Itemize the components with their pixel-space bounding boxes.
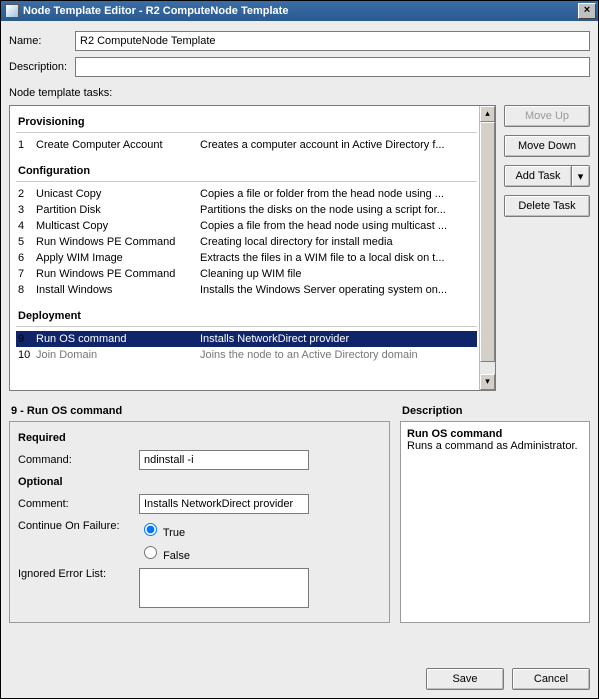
titlebar: Node Template Editor - R2 ComputeNode Te… [1,1,598,21]
task-name: Run Windows PE Command [36,268,196,280]
task-number: 8 [18,284,32,296]
command-label: Command: [18,454,133,466]
task-desc: Extracts the files in a WIM file to a lo… [200,252,475,264]
task-number: 6 [18,252,32,264]
task-name: Create Computer Account [36,139,196,151]
description-label: Description: [9,61,69,73]
optional-heading: Optional [18,476,381,488]
task-row-selected[interactable]: 9 Run OS command Installs NetworkDirect … [16,331,477,347]
section-deployment: Deployment [16,304,477,327]
description-box: Run OS command Runs a command as Adminis… [400,421,590,623]
task-desc: Installs the Windows Server operating sy… [200,284,475,296]
side-buttons: Move Up Move Down Add Task ▾ Delete Task [504,105,590,391]
task-desc: Cleaning up WIM file [200,268,475,280]
add-task-button[interactable]: Add Task [504,165,572,187]
task-name: Multicast Copy [36,220,196,232]
footer: Save Cancel [1,662,598,698]
close-icon[interactable]: × [578,3,596,19]
command-input[interactable] [139,450,309,470]
comment-label: Comment: [18,498,133,510]
scroll-down-icon[interactable]: ▾ [480,374,495,390]
task-number: 9 [18,333,32,345]
cof-true-radio[interactable] [144,523,157,536]
task-row[interactable]: 8 Install Windows Installs the Windows S… [16,282,477,298]
task-number: 2 [18,188,32,200]
task-row[interactable]: 3 Partition Disk Partitions the disks on… [16,202,477,218]
cancel-button[interactable]: Cancel [512,668,590,690]
add-task-dropdown-button[interactable]: ▾ [572,165,590,187]
move-up-button[interactable]: Move Up [504,105,590,127]
window: Node Template Editor - R2 ComputeNode Te… [0,0,599,699]
task-desc: Joins the node to an Active Directory do… [200,349,475,361]
content-area: Name: Description: Node template tasks: … [1,21,598,662]
description-input[interactable] [75,57,590,77]
task-name: Run OS command [36,333,196,345]
continue-on-failure-label: Continue On Failure: [18,520,133,532]
window-title: Node Template Editor - R2 ComputeNode Te… [23,5,578,17]
description-text: Runs a command as Administrator. [407,440,583,452]
task-name: Partition Disk [36,204,196,216]
save-button[interactable]: Save [426,668,504,690]
required-heading: Required [18,432,381,444]
task-row[interactable]: 1 Create Computer Account Creates a comp… [16,137,477,153]
task-name: Apply WIM Image [36,252,196,264]
task-desc: Partitions the disks on the node using a… [200,204,475,216]
task-row[interactable]: 6 Apply WIM Image Extracts the files in … [16,250,477,266]
task-name: Join Domain [36,349,196,361]
scroll-track[interactable] [480,122,495,374]
cof-false-label: False [163,550,190,562]
detail-panel-title: 9 - Run OS command [11,405,390,417]
task-row[interactable]: 10 Join Domain Joins the node to an Acti… [16,347,477,363]
task-number: 7 [18,268,32,280]
scroll-up-icon[interactable]: ▴ [480,106,495,122]
task-desc: Copies a file or folder from the head no… [200,188,475,200]
scroll-thumb[interactable] [480,122,495,362]
detail-group: Required Command: Optional Comment: Cont… [9,421,390,623]
section-provisioning: Provisioning [16,110,477,133]
cof-false-radio[interactable] [144,546,157,559]
description-title: Description [402,405,590,417]
task-row[interactable]: 4 Multicast Copy Copies a file from the … [16,218,477,234]
ignored-error-label: Ignored Error List: [18,568,133,580]
task-row[interactable]: 5 Run Windows PE Command Creating local … [16,234,477,250]
cof-true-option[interactable]: True [139,520,190,539]
task-name: Unicast Copy [36,188,196,200]
tasks-label: Node template tasks: [9,87,590,99]
scrollbar[interactable]: ▴ ▾ [479,106,495,390]
name-label: Name: [9,35,69,47]
delete-task-button[interactable]: Delete Task [504,195,590,217]
ignored-error-input[interactable] [139,568,309,608]
task-desc: Installs NetworkDirect provider [200,333,475,345]
task-row[interactable]: 2 Unicast Copy Copies a file or folder f… [16,186,477,202]
task-name: Install Windows [36,284,196,296]
move-down-button[interactable]: Move Down [504,135,590,157]
task-desc: Creating local directory for install med… [200,236,475,248]
name-input[interactable] [75,31,590,51]
section-configuration: Configuration [16,159,477,182]
task-desc: Copies a file from the head node using m… [200,220,475,232]
task-name: Run Windows PE Command [36,236,196,248]
description-heading: Run OS command [407,428,583,440]
comment-input[interactable] [139,494,309,514]
tasks-list: Provisioning 1 Create Computer Account C… [9,105,496,391]
task-number: 4 [18,220,32,232]
cof-false-option[interactable]: False [139,543,190,562]
task-number: 10 [18,349,32,361]
task-number: 1 [18,139,32,151]
task-number: 3 [18,204,32,216]
cof-true-label: True [163,527,185,539]
task-desc: Creates a computer account in Active Dir… [200,139,475,151]
task-number: 5 [18,236,32,248]
task-row[interactable]: 7 Run Windows PE Command Cleaning up WIM… [16,266,477,282]
chevron-down-icon: ▾ [578,171,584,183]
app-icon [5,4,19,18]
